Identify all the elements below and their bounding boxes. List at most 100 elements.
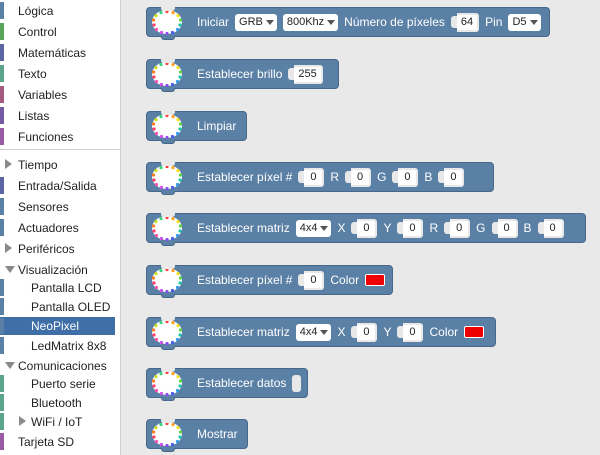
dropdown-value: D5 (512, 16, 527, 28)
block-connector (161, 294, 175, 298)
category-color-swatch (0, 413, 4, 430)
category-texto[interactable]: Texto (0, 63, 115, 84)
color-picker-swatch[interactable] (464, 326, 485, 338)
block-neopixel-init[interactable]: Iniciar GRB 800Khz Número de píxeles 64 … (146, 7, 550, 40)
dropdown-value: 4x4 (299, 326, 318, 338)
red-socket: 0 (345, 167, 372, 187)
block-set-pixel-color[interactable]: Establecer píxel # 0 Color (146, 265, 393, 298)
block-label: Establecer píxel # (197, 170, 293, 184)
category-listas[interactable]: Listas (0, 105, 115, 126)
category-funciones[interactable]: Funciones (0, 126, 115, 147)
category-ledmatrix[interactable]: LedMatrix 8x8 (0, 335, 115, 356)
collapse-arrow-icon[interactable] (5, 266, 15, 273)
category-control[interactable]: Control (0, 21, 115, 42)
block-connector (161, 448, 175, 452)
block-set-matrix-rgb[interactable]: Establecer matriz 4x4 X 0 Y 0 R 0 G 0 B … (146, 213, 586, 246)
red-input[interactable]: 0 (351, 167, 372, 187)
neopixel-logo-icon (151, 113, 183, 139)
category-color-swatch (0, 65, 4, 82)
category-label: Sensores (18, 199, 69, 214)
category-entrada-salida[interactable]: Entrada/Salida (0, 175, 115, 196)
category-bluetooth[interactable]: Bluetooth (0, 392, 115, 413)
category-color-swatch (0, 177, 4, 194)
green-input[interactable]: 0 (497, 218, 518, 238)
red-input[interactable]: 0 (450, 218, 471, 238)
category-label: Control (18, 24, 57, 39)
block-connector (161, 242, 175, 246)
category-pantalla-lcd[interactable]: Pantalla LCD (0, 277, 115, 298)
pin-label: Pin (485, 15, 503, 29)
blue-socket: 0 (537, 218, 564, 238)
y-input[interactable]: 0 (403, 322, 424, 342)
block-set-matrix-color[interactable]: Establecer matriz 4x4 X 0 Y 0 Color (146, 317, 496, 350)
block-clear[interactable]: Limpiar (146, 111, 247, 144)
category-color-swatch (0, 394, 4, 411)
color-order-dropdown[interactable]: GRB (235, 13, 277, 31)
category-matematicas[interactable]: Matemáticas (0, 42, 115, 63)
blue-label: B (523, 221, 532, 235)
x-socket: 0 (351, 322, 378, 342)
collapse-arrow-icon[interactable] (5, 362, 15, 369)
expand-arrow-icon[interactable] (5, 243, 12, 253)
x-label: X (337, 221, 346, 235)
block-workspace[interactable]: Iniciar GRB 800Khz Número de píxeles 64 … (121, 0, 600, 455)
pixel-count-input[interactable]: 64 (456, 12, 480, 32)
category-variables[interactable]: Variables (0, 84, 115, 105)
y-socket: 0 (397, 218, 424, 238)
neopixel-logo-icon (151, 9, 183, 35)
dropdown-caret-icon (320, 225, 329, 231)
y-input[interactable]: 0 (403, 218, 424, 238)
x-socket: 0 (351, 218, 378, 238)
frequency-dropdown[interactable]: 800Khz (282, 13, 339, 31)
blue-input[interactable]: 0 (543, 218, 564, 238)
blue-input[interactable]: 0 (444, 167, 465, 187)
block-connector (161, 140, 175, 144)
red-socket: 0 (444, 218, 471, 238)
category-neopixel[interactable]: NeoPixel (0, 317, 115, 335)
category-perifericos[interactable]: Periféricos (0, 238, 115, 259)
dropdown-caret-icon (320, 329, 329, 335)
category-tiempo[interactable]: Tiempo (0, 154, 115, 175)
block-notch (161, 419, 175, 423)
pin-dropdown[interactable]: D5 (508, 13, 541, 31)
block-set-brightness[interactable]: Establecer brillo 255 (146, 59, 339, 92)
category-puerto-serie[interactable]: Puerto serie (0, 373, 115, 394)
block-notch (161, 213, 175, 217)
brightness-input[interactable]: 255 (294, 64, 323, 84)
category-tarjeta-sd[interactable]: Tarjeta SD (0, 431, 115, 452)
category-label: Periféricos (18, 241, 75, 256)
category-wifi-iot[interactable]: WiFi / IoT (0, 411, 115, 432)
category-label: NeoPixel (31, 319, 80, 333)
color-label: Color (330, 273, 360, 287)
block-label: Establecer matriz (197, 325, 290, 339)
matrix-size-dropdown[interactable]: 4x4 (295, 219, 332, 237)
block-show[interactable]: Mostrar (146, 419, 248, 452)
green-input[interactable]: 0 (398, 167, 419, 187)
expand-arrow-icon[interactable] (5, 159, 12, 169)
x-input[interactable]: 0 (357, 322, 378, 342)
block-set-pixel-rgb[interactable]: Establecer píxel # 0 R 0 G 0 B 0 (146, 162, 494, 195)
pixel-index-input[interactable]: 0 (304, 167, 325, 187)
toolbox-separator (0, 149, 121, 150)
red-label: R (429, 221, 439, 235)
category-label: Pantalla LCD (31, 280, 102, 295)
blue-socket: 0 (438, 167, 465, 187)
y-socket: 0 (397, 322, 424, 342)
category-color-swatch (0, 86, 4, 103)
expand-arrow-icon[interactable] (19, 416, 26, 426)
color-picker-swatch[interactable] (365, 274, 386, 286)
category-actuadores[interactable]: Actuadores (0, 217, 115, 238)
category-pantalla-oled[interactable]: Pantalla OLED (0, 296, 115, 317)
y-label: Y (383, 221, 392, 235)
matrix-size-dropdown[interactable]: 4x4 (295, 323, 332, 341)
block-set-data[interactable]: Establecer datos (146, 368, 308, 401)
pixel-index-input[interactable]: 0 (304, 270, 325, 290)
category-label: Funciones (18, 129, 74, 144)
pixel-count-socket: 64 (450, 12, 480, 32)
block-notch (161, 59, 175, 63)
category-label: Texto (18, 66, 47, 81)
x-input[interactable]: 0 (357, 218, 378, 238)
category-sensores[interactable]: Sensores (0, 196, 115, 217)
data-input-socket[interactable] (292, 374, 301, 392)
category-logica[interactable]: Lógica (0, 0, 115, 21)
